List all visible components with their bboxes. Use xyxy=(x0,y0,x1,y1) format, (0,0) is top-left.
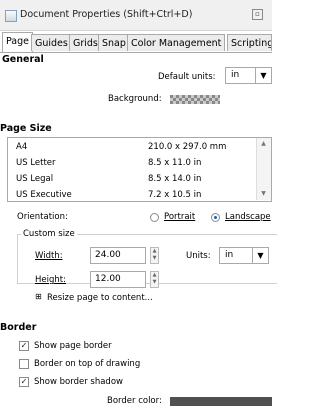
width-label: Width: xyxy=(35,251,63,261)
list-item[interactable]: US Legal 8.5 x 14.0 in xyxy=(8,171,258,187)
custom-size-legend: Custom size xyxy=(21,229,77,239)
restore-icon[interactable]: ▫ xyxy=(252,9,263,20)
landscape-label[interactable]: Landscape xyxy=(225,212,271,222)
list-item[interactable]: US Letter 8.5 x 11.0 in xyxy=(8,155,258,171)
page-size-name: A4 xyxy=(16,142,28,152)
window-title: Document Properties (Shift+Ctrl+D) xyxy=(20,9,193,20)
page-size-dims: 7.2 x 10.5 in xyxy=(148,190,202,200)
show-border-shadow-checkbox[interactable]: ✓ xyxy=(19,377,29,387)
page-size-list[interactable]: A4 210.0 x 297.0 mm US Letter 8.5 x 11.0… xyxy=(7,137,272,202)
units-select[interactable]: in ▼ xyxy=(219,247,269,264)
border-color-swatch[interactable] xyxy=(170,397,272,406)
page-size-name: US Executive xyxy=(16,190,72,200)
tab-guides[interactable]: Guides xyxy=(31,34,72,51)
border-on-top-label[interactable]: Border on top of drawing xyxy=(34,359,140,369)
height-label: Height: xyxy=(35,275,66,285)
chevron-down-icon: ▼ xyxy=(252,248,268,263)
page-size-dims: 8.5 x 11.0 in xyxy=(148,158,202,168)
document-properties-icon xyxy=(5,10,17,22)
show-page-border-label[interactable]: Show page border xyxy=(34,341,112,351)
page-size-dims: 210.0 x 297.0 mm xyxy=(148,142,227,152)
tab-grids[interactable]: Grids xyxy=(69,34,102,51)
list-item[interactable]: US Executive 7.2 x 10.5 in xyxy=(8,187,258,201)
portrait-label[interactable]: Portrait xyxy=(164,212,195,222)
portrait-radio[interactable] xyxy=(150,213,159,222)
list-scrollbar[interactable]: ▲ ▼ xyxy=(256,138,271,200)
tab-color-management[interactable]: Color Management xyxy=(127,34,226,51)
orientation-label: Orientation: xyxy=(17,212,68,222)
border-on-top-checkbox[interactable] xyxy=(19,359,29,369)
page-size-heading: Page Size xyxy=(0,123,52,134)
scroll-up-icon[interactable]: ▲ xyxy=(257,140,270,150)
scroll-down-icon[interactable]: ▼ xyxy=(257,190,270,200)
page-size-name: US Letter xyxy=(16,158,56,168)
page-size-name: US Legal xyxy=(16,174,54,184)
width-input[interactable]: 24.00 xyxy=(90,247,146,264)
general-heading: General xyxy=(2,54,44,65)
default-units-value: in xyxy=(231,70,240,80)
list-item[interactable]: A4 210.0 x 297.0 mm xyxy=(8,139,258,155)
tab-snap[interactable]: Snap xyxy=(98,34,130,51)
border-color-label: Border color: xyxy=(107,396,162,406)
chevron-down-icon: ▼ xyxy=(255,68,271,83)
landscape-radio[interactable] xyxy=(211,213,220,222)
title-bar: Document Properties (Shift+Ctrl+D) ▫ xyxy=(0,0,272,31)
border-heading: Border xyxy=(0,322,37,333)
tab-page[interactable]: Page xyxy=(2,32,33,52)
default-units-select[interactable]: in ▼ xyxy=(225,67,272,84)
expand-icon[interactable]: ⊞ xyxy=(35,292,42,301)
width-spinner[interactable]: ▲ ▼ xyxy=(150,247,159,264)
units-label: Units: xyxy=(186,251,211,261)
show-border-shadow-label[interactable]: Show border shadow xyxy=(34,377,123,387)
background-label: Background: xyxy=(108,94,162,104)
units-value: in xyxy=(225,250,234,260)
page-size-dims: 8.5 x 14.0 in xyxy=(148,174,202,184)
resize-page-expander[interactable]: Resize page to content... xyxy=(47,293,153,303)
height-spinner[interactable]: ▲ ▼ xyxy=(150,271,159,288)
default-units-label: Default units: xyxy=(158,72,216,82)
tab-scripting[interactable]: Scripting xyxy=(227,34,272,51)
background-color-swatch[interactable] xyxy=(170,95,220,104)
show-page-border-checkbox[interactable]: ✓ xyxy=(19,341,29,351)
height-input[interactable]: 12.00 xyxy=(90,271,146,288)
tab-bar: Page Guides Grids Snap Color Management … xyxy=(0,30,272,53)
